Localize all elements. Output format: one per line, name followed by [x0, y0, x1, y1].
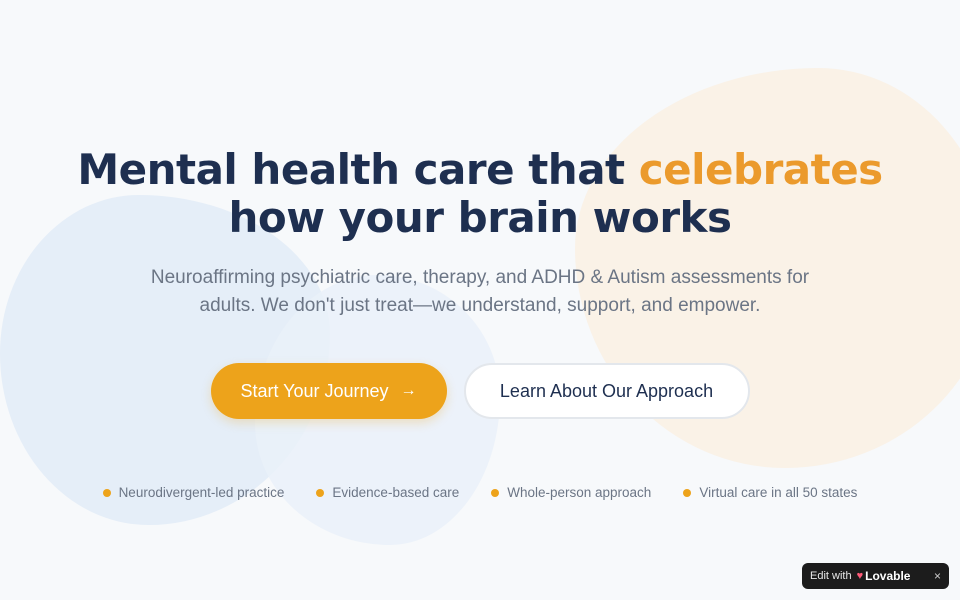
- hero-section: Mental health care that celebrates how y…: [0, 0, 960, 600]
- hero-headline: Mental health care that celebrates how y…: [30, 146, 930, 242]
- heart-icon: ♥: [856, 570, 864, 582]
- edit-with-lovable-badge[interactable]: Edit with ♥ Lovable ×: [802, 563, 949, 589]
- feature-item: Evidence-based care: [316, 485, 459, 500]
- cta-buttons: Start Your Journey → Learn About Our App…: [210, 363, 750, 419]
- arrow-right-icon: →: [400, 382, 417, 399]
- learn-approach-button[interactable]: Learn About Our Approach: [463, 363, 750, 419]
- learn-approach-label: Learn About Our Approach: [499, 380, 714, 401]
- feature-item: Whole-person approach: [491, 485, 651, 500]
- bullet-dot-icon: [316, 488, 325, 497]
- feature-label: Neurodivergent-led practice: [118, 485, 285, 500]
- feature-list: Neurodivergent-led practice Evidence-bas…: [102, 485, 857, 500]
- hero-subheadline: Neuroaffirming psychiatric care, therapy…: [150, 267, 810, 316]
- start-journey-label: Start Your Journey: [240, 380, 389, 401]
- bullet-dot-icon: [102, 488, 111, 497]
- feature-label: Virtual care in all 50 states: [699, 485, 858, 500]
- close-icon[interactable]: ×: [934, 569, 941, 583]
- lovable-brand: Lovable: [865, 569, 911, 583]
- headline-text-start: Mental health care that: [77, 145, 639, 194]
- feature-label: Whole-person approach: [507, 485, 652, 500]
- feature-item: Virtual care in all 50 states: [683, 485, 857, 500]
- headline-text-end: how your brain works: [228, 193, 732, 242]
- feature-item: Neurodivergent-led practice: [102, 485, 285, 500]
- bullet-dot-icon: [683, 488, 692, 497]
- feature-label: Evidence-based care: [332, 485, 460, 500]
- headline-accent-word: celebrates: [638, 145, 883, 194]
- start-journey-button[interactable]: Start Your Journey →: [210, 363, 447, 419]
- edit-with-text: Edit with: [810, 570, 852, 582]
- bullet-dot-icon: [491, 488, 500, 497]
